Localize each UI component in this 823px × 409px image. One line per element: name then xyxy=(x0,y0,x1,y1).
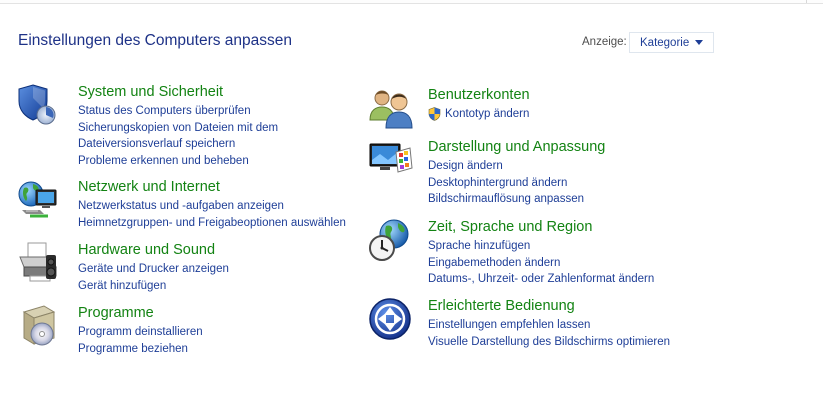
view-dropdown[interactable]: Kategorie xyxy=(629,32,714,53)
category-title[interactable]: Darstellung und Anpassung xyxy=(428,138,605,157)
page-title: Einstellungen des Computers anpassen xyxy=(18,32,293,49)
view-dropdown-value: Kategorie xyxy=(640,36,690,49)
category-title[interactable]: Netzwerk und Internet xyxy=(78,178,346,197)
user-accounts-icon[interactable] xyxy=(368,86,413,129)
link-add-device[interactable]: Gerät hinzufügen xyxy=(78,278,229,295)
link-backup-line1[interactable]: Sicherungskopien von Dateien mit dem xyxy=(78,120,278,137)
category-title[interactable]: System und Sicherheit xyxy=(78,83,278,102)
link-date-time-format[interactable]: Datums-, Uhrzeit- oder Zahlenformat ände… xyxy=(428,271,654,288)
link-get-programs[interactable]: Programme beziehen xyxy=(78,341,203,358)
category-text: Programme Programm deinstallieren Progra… xyxy=(78,304,203,357)
top-divider xyxy=(806,0,807,3)
programs-box-icon[interactable] xyxy=(18,304,58,346)
uac-shield-icon xyxy=(428,107,441,121)
link-add-language[interactable]: Sprache hinzufügen xyxy=(428,238,654,255)
category-title[interactable]: Benutzerkonten xyxy=(428,86,530,105)
link-change-account-type[interactable]: Kontotyp ändern xyxy=(428,106,530,123)
link-recommend-settings[interactable]: Einstellungen empfehlen lassen xyxy=(428,317,670,334)
shield-icon[interactable] xyxy=(18,83,58,125)
category-title[interactable]: Programme xyxy=(78,304,203,323)
link-backup-line2[interactable]: Dateiversionsverlauf speichern xyxy=(78,136,278,153)
ease-of-access-icon[interactable] xyxy=(368,297,411,340)
link-optimize-display[interactable]: Visuelle Darstellung des Bildschirms opt… xyxy=(428,334,670,351)
link-devices-printers[interactable]: Geräte und Drucker anzeigen xyxy=(78,261,229,278)
link-desktop-background[interactable]: Desktophintergrund ändern xyxy=(428,175,605,192)
window-top-border xyxy=(0,0,823,4)
category-text: System und Sicherheit Status des Compute… xyxy=(78,83,278,169)
category-text: Erleichterte Bedienung Einstellungen emp… xyxy=(428,297,670,350)
category-text: Benutzerkonten Kontotyp ändern xyxy=(428,86,530,123)
link-check-status[interactable]: Status des Computers überprüfen xyxy=(78,103,278,120)
category-text: Hardware und Sound Geräte und Drucker an… xyxy=(78,241,229,294)
dropdown-arrow-icon xyxy=(695,40,704,45)
monitor-palette-icon[interactable] xyxy=(368,138,413,178)
link-screen-resolution[interactable]: Bildschirmauflösung anpassen xyxy=(428,191,605,208)
link-input-methods[interactable]: Eingabemethoden ändern xyxy=(428,255,654,272)
clock-globe-icon[interactable] xyxy=(368,218,409,261)
category-text: Netzwerk und Internet Netzwerkstatus und… xyxy=(78,178,346,231)
printer-speaker-icon[interactable] xyxy=(18,241,58,282)
category-text: Darstellung und Anpassung Design ändern … xyxy=(428,138,605,208)
link-change-theme[interactable]: Design ändern xyxy=(428,158,605,175)
link-troubleshoot[interactable]: Probleme erkennen und beheben xyxy=(78,153,278,170)
link-label: Kontotyp ändern xyxy=(445,108,530,120)
network-globe-icon[interactable] xyxy=(18,178,58,218)
category-title[interactable]: Erleichterte Bedienung xyxy=(428,297,670,316)
view-label: Anzeige: xyxy=(582,36,627,48)
link-network-status[interactable]: Netzwerkstatus und -aufgaben anzeigen xyxy=(78,198,346,215)
category-title[interactable]: Zeit, Sprache und Region xyxy=(428,218,654,237)
category-title[interactable]: Hardware und Sound xyxy=(78,241,229,260)
link-uninstall-program[interactable]: Programm deinstallieren xyxy=(78,324,203,341)
category-text: Zeit, Sprache und Region Sprache hinzufü… xyxy=(428,218,654,288)
link-homegroup[interactable]: Heimnetzgruppen- und Freigabeoptionen au… xyxy=(78,215,346,232)
